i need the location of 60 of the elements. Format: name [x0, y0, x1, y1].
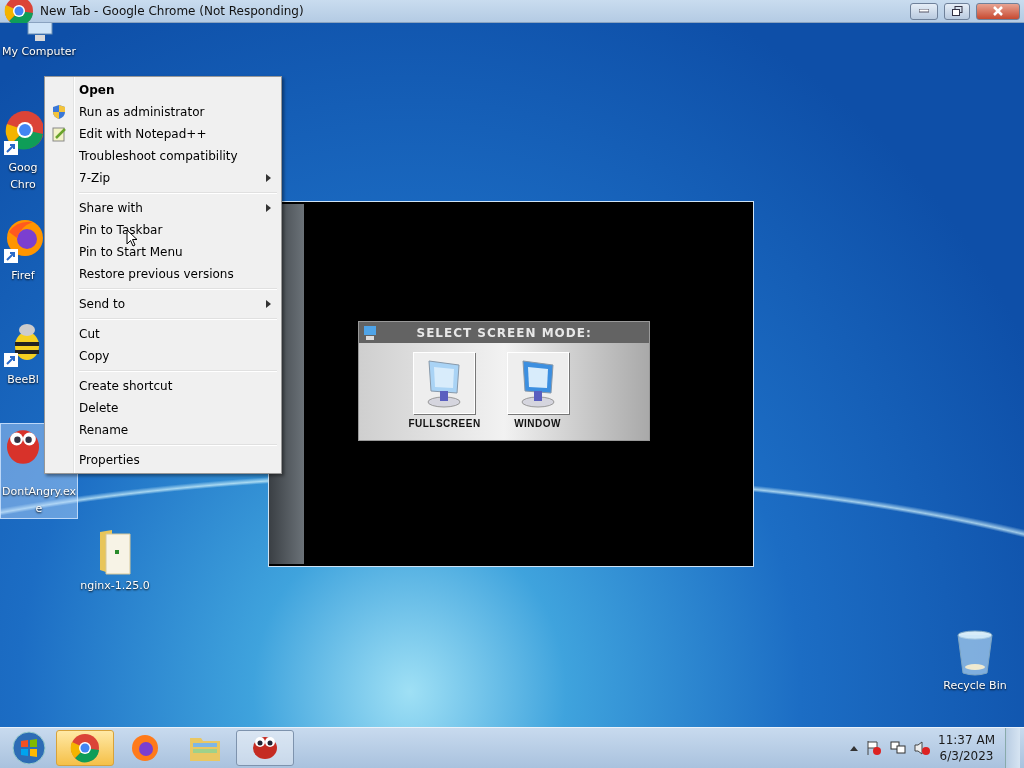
menu-item-label: Delete	[79, 401, 120, 415]
menu-item-label: Edit with Notepad++	[79, 127, 208, 141]
menu-item-label: Create shortcut	[79, 379, 174, 393]
menu-item-label: Pin to Start Menu	[79, 245, 184, 259]
icon-label: My Computer	[1, 45, 77, 59]
clock-time: 11:37 AM	[938, 732, 995, 748]
menu-item-label: 7-Zip	[79, 171, 112, 185]
dialog-title: SELECT SCREEN MODE:	[416, 325, 592, 340]
creature-icon	[253, 737, 277, 759]
chrome-icon	[70, 733, 100, 763]
chrome-icon	[4, 0, 34, 26]
chrome-shortcut-icon	[3, 110, 43, 158]
folder-icon	[98, 528, 132, 576]
menu-item-label: Share with	[79, 201, 144, 215]
icon-label: Goog	[8, 161, 38, 175]
icon-label: Recycle Bin	[943, 679, 1007, 693]
taskbar-app-button[interactable]	[236, 730, 294, 766]
creature-icon	[7, 430, 39, 464]
show-desktop-button[interactable]	[1005, 728, 1020, 768]
menu-item[interactable]: Delete	[47, 397, 279, 419]
icon-label: BeeBl	[7, 373, 39, 387]
minimize-button[interactable]	[910, 2, 938, 20]
desktop-icon[interactable]: My Computer	[0, 23, 78, 62]
firefox-shortcut-icon	[3, 218, 43, 266]
notepad-icon	[51, 126, 67, 142]
icon-label: e	[35, 502, 43, 516]
menu-item-label: Properties	[79, 453, 141, 467]
menu-item[interactable]: Open	[47, 79, 279, 101]
menu-item-label: Cut	[79, 327, 101, 341]
icon-label: nginx-1.25.0	[80, 579, 150, 593]
menu-item-label: Open	[79, 83, 116, 97]
desktop-icon[interactable]: Recycle Bin	[936, 627, 1014, 696]
menu-item-label: Rename	[79, 423, 130, 437]
menu-item-label: Run as administrator	[79, 105, 206, 119]
network-icon	[890, 740, 907, 756]
recycle-bin-icon	[956, 630, 994, 676]
icon-label: Firef	[11, 269, 35, 283]
flag-icon	[866, 740, 883, 756]
icon-label: Chro	[10, 178, 36, 192]
monitor-icon	[362, 324, 377, 341]
clock-date: 6/3/2023	[939, 748, 994, 764]
menu-item-label: Send to	[79, 297, 127, 311]
close-icon	[992, 6, 1004, 16]
desktop-icon[interactable]: nginx-1.25.0	[76, 525, 154, 596]
restore-button[interactable]	[944, 2, 970, 20]
menu-item[interactable]: Send to	[47, 293, 279, 315]
firefox-icon	[130, 733, 160, 763]
window-title: New Tab - Google Chrome (Not Responding)	[40, 4, 305, 18]
menu-item-label: Troubleshoot compatibility	[79, 149, 239, 163]
show-hidden-icons-icon	[850, 745, 859, 751]
close-button[interactable]	[976, 2, 1020, 20]
menu-item-label: Restore previous versions	[79, 267, 235, 281]
shield-icon	[51, 104, 67, 120]
icon-label: DontAngry.ex	[2, 485, 76, 499]
restore-icon	[951, 6, 963, 16]
minimize-icon	[919, 9, 929, 13]
menu-item-label: Copy	[79, 349, 111, 363]
taskbar-app-button[interactable]	[56, 730, 114, 766]
speaker-muted-icon	[914, 740, 931, 756]
menu-item-label: Pin to Taskbar	[79, 223, 164, 237]
